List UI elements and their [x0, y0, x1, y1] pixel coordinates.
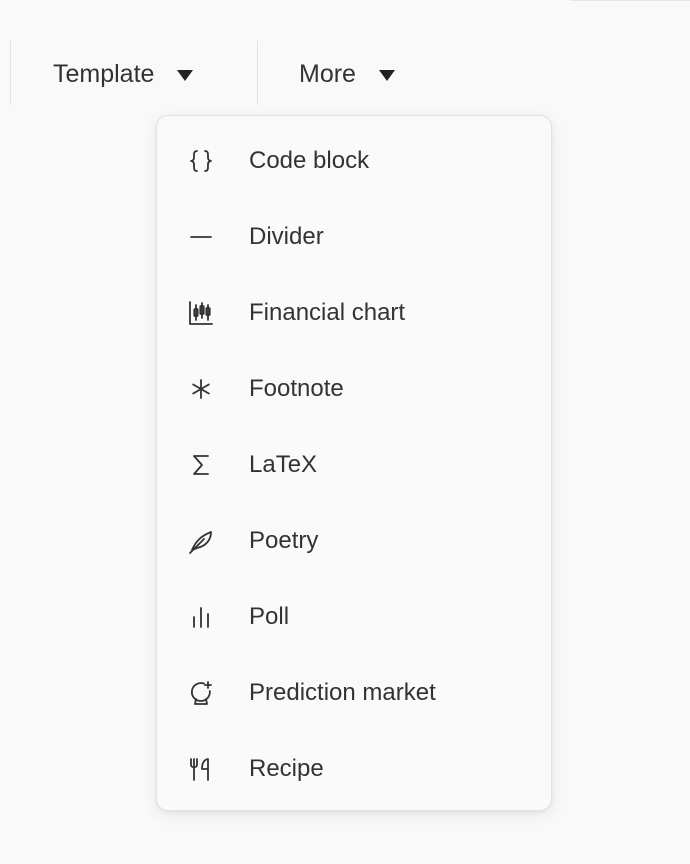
top-divider: [570, 0, 690, 1]
menu-item-latex[interactable]: LaTeX: [157, 427, 551, 503]
menu-item-label: Poll: [249, 603, 290, 630]
toolbar-separator: [10, 41, 11, 105]
menu-item-code-block[interactable]: Code block: [157, 123, 551, 199]
candlestick-chart-icon: [185, 297, 217, 329]
menu-item-label: Recipe: [249, 755, 324, 782]
caret-down-icon: [177, 69, 194, 81]
editor-page: Template More Code block Divider Financi…: [0, 0, 690, 864]
menu-item-label: Financial chart: [249, 299, 406, 326]
asterisk-icon: [185, 373, 217, 405]
menu-item-label: Poetry: [249, 527, 319, 554]
divider-icon: [185, 221, 217, 253]
crystal-ball-icon: [185, 677, 217, 709]
menu-item-label: Divider: [249, 223, 324, 250]
menu-item-label: LaTeX: [249, 451, 318, 478]
more-dropdown-button[interactable]: More: [299, 50, 395, 98]
utensils-icon: [185, 753, 217, 785]
menu-item-poll[interactable]: Poll: [157, 579, 551, 655]
feather-icon: [185, 525, 217, 557]
toolbar-separator: [257, 41, 258, 105]
caret-down-icon: [378, 69, 395, 81]
menu-item-recipe[interactable]: Recipe: [157, 731, 551, 807]
menu-item-divider[interactable]: Divider: [157, 199, 551, 275]
sigma-icon: [185, 449, 217, 481]
menu-item-label: Footnote: [249, 375, 344, 402]
more-dropdown-menu: Code block Divider Financial chart Footn…: [156, 115, 552, 811]
bar-chart-icon: [185, 601, 217, 633]
template-button-label: Template: [53, 59, 155, 88]
menu-item-label: Prediction market: [249, 679, 436, 706]
menu-item-prediction-market[interactable]: Prediction market: [157, 655, 551, 731]
more-button-label: More: [299, 59, 356, 88]
menu-item-poetry[interactable]: Poetry: [157, 503, 551, 579]
menu-item-label: Code block: [249, 147, 370, 174]
template-dropdown-button[interactable]: Template: [53, 50, 194, 98]
code-braces-icon: [185, 145, 217, 177]
menu-item-footnote[interactable]: Footnote: [157, 351, 551, 427]
menu-item-financial-chart[interactable]: Financial chart: [157, 275, 551, 351]
